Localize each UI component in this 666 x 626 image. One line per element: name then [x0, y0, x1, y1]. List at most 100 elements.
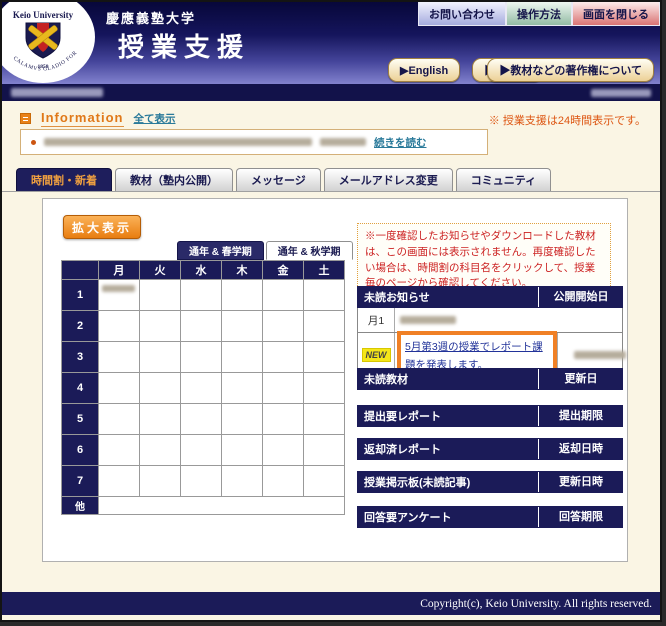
redacted-notice-text: [44, 138, 312, 146]
timetable-corner: [62, 261, 99, 280]
redacted-publish-date: [574, 351, 626, 359]
timetable-cell: [222, 280, 263, 311]
tab-community[interactable]: コミュニティ: [456, 168, 551, 191]
summary-panel: ※一度確認したお知らせやダウンロードした教材は、この画面には表示されません。再度…: [357, 199, 623, 563]
other-row-label: 他: [62, 497, 99, 515]
period-label: 3: [62, 342, 99, 373]
timetable: 月 火 水 木 金 土 1 2 3: [61, 260, 345, 515]
timetable-cell: [140, 404, 181, 435]
section-date-label: 公開開始日: [538, 287, 623, 307]
timetable-cell: [304, 466, 345, 497]
redacted-username: [11, 88, 103, 97]
section-date-label: 更新日時: [538, 472, 623, 492]
timetable-cell: [304, 373, 345, 404]
timetable-cell: [222, 466, 263, 497]
redacted-datetime: [591, 89, 651, 97]
section-title: 回答要アンケート: [357, 509, 538, 525]
timetable-cell: [304, 435, 345, 466]
timetable-cell: [222, 404, 263, 435]
timetable-cell: [140, 373, 181, 404]
timetable-cell: [304, 404, 345, 435]
contact-button[interactable]: お問い合わせ: [418, 2, 506, 26]
timetable-cell-course[interactable]: [99, 280, 140, 311]
day-header-mon: 月: [99, 261, 140, 280]
tab-messages[interactable]: メッセージ: [236, 168, 321, 191]
university-name-jp: 慶應義塾大学: [106, 8, 196, 27]
read-more-link[interactable]: 続きを読む: [374, 135, 427, 150]
timetable-cell: [304, 311, 345, 342]
timetable-cell: [140, 342, 181, 373]
header: Keio University 1858 CALAMVS GLADIO FORT…: [2, 2, 660, 84]
day-header-sat: 土: [304, 261, 345, 280]
period-label: 6: [62, 435, 99, 466]
header-utility-buttons: お問い合わせ 操作方法 画面を閉じる: [418, 2, 660, 26]
tab-materials[interactable]: 教材（塾内公開）: [115, 168, 233, 191]
timetable-cell: [181, 280, 222, 311]
timetable-cell: [263, 280, 304, 311]
period-label: 4: [62, 373, 99, 404]
bullet-icon: [31, 140, 36, 145]
section-date-label: 更新日: [538, 369, 623, 389]
timetable-cell: [140, 280, 181, 311]
unread-materials-header: 未読教材 更新日: [357, 368, 623, 390]
main-content-panel: 拡大表示 通年 & 春学期 通年 & 秋学期 月 火 水 木 金 土 1: [42, 198, 628, 562]
redacted-notice-date: [320, 138, 366, 146]
semester-tab-bar: 通年 & 春学期 通年 & 秋学期: [177, 241, 353, 260]
class-support-window: Keio University 1858 CALAMVS GLADIO FORT…: [0, 0, 662, 622]
timetable-cell: [99, 311, 140, 342]
timetable-other-cell: [99, 497, 345, 515]
timetable-cell: [304, 280, 345, 311]
tab-timetable-new[interactable]: 時間割・新着: [16, 168, 112, 191]
24hour-note: ※ 授業支援は24時間表示です。: [489, 112, 646, 128]
keio-university-logo: Keio University 1858 CALAMVS GLADIO FORT…: [2, 2, 104, 84]
unread-notice-row: 月1: [357, 308, 623, 333]
timetable-cell: [222, 342, 263, 373]
section-title: 返却済レポート: [357, 441, 538, 457]
timetable-cell: [99, 404, 140, 435]
information-title: Information: [41, 110, 124, 127]
show-all-link[interactable]: 全て表示: [134, 111, 176, 126]
information-header: Information 全て表示: [20, 110, 176, 127]
period-label: 7: [62, 466, 99, 497]
timetable-cell: [99, 466, 140, 497]
day-header-wed: 水: [181, 261, 222, 280]
logo-university-name: Keio University: [13, 10, 74, 20]
section-date-label: 提出期限: [538, 406, 623, 426]
section-title: 未読お知らせ: [357, 289, 538, 305]
timetable-cell: [181, 342, 222, 373]
tab-spring-semester[interactable]: 通年 & 春学期: [177, 241, 264, 260]
main-tab-bar: 時間割・新着 教材（塾内公開） メッセージ メールアドレス変更 コミュニティ: [2, 168, 660, 192]
user-status-bar: [2, 84, 660, 101]
enlarge-view-button[interactable]: 拡大表示: [63, 215, 141, 239]
timetable-cell: [181, 373, 222, 404]
timetable-cell: [181, 435, 222, 466]
timetable-cell: [222, 435, 263, 466]
period-label: 1: [62, 280, 99, 311]
information-icon: [20, 113, 31, 124]
timetable-cell: [99, 342, 140, 373]
period-label: 5: [62, 404, 99, 435]
help-button[interactable]: 操作方法: [506, 2, 572, 26]
tab-fall-semester[interactable]: 通年 & 秋学期: [266, 241, 353, 260]
materials-copyright-button[interactable]: ▶教材などの著作権について: [487, 58, 654, 82]
announcement-link[interactable]: 5月第3週の授業でレポート課題を発表します。: [405, 341, 543, 371]
timetable-cell: [263, 311, 304, 342]
close-window-button[interactable]: 画面を閉じる: [572, 2, 660, 26]
english-button[interactable]: ▶English: [388, 58, 460, 82]
period-slot-label: 月1: [358, 308, 395, 332]
tab-email-change[interactable]: メールアドレス変更: [324, 168, 453, 191]
timetable-cell: [263, 373, 304, 404]
section-date-label: 返却日時: [538, 439, 623, 459]
timetable-cell: [181, 404, 222, 435]
unread-notices-header: 未読お知らせ 公開開始日: [357, 286, 623, 308]
period-label: 2: [62, 311, 99, 342]
redacted-course-name: [102, 285, 135, 292]
timetable-cell: [263, 342, 304, 373]
timetable-cell: [99, 373, 140, 404]
section-title: 授業掲示板(未読記事): [357, 474, 538, 490]
timetable-cell: [140, 311, 181, 342]
timetable-cell: [181, 466, 222, 497]
information-notice-box: 続きを読む: [20, 129, 488, 155]
timetable-cell: [140, 435, 181, 466]
page-title: 授業支援: [118, 27, 250, 64]
